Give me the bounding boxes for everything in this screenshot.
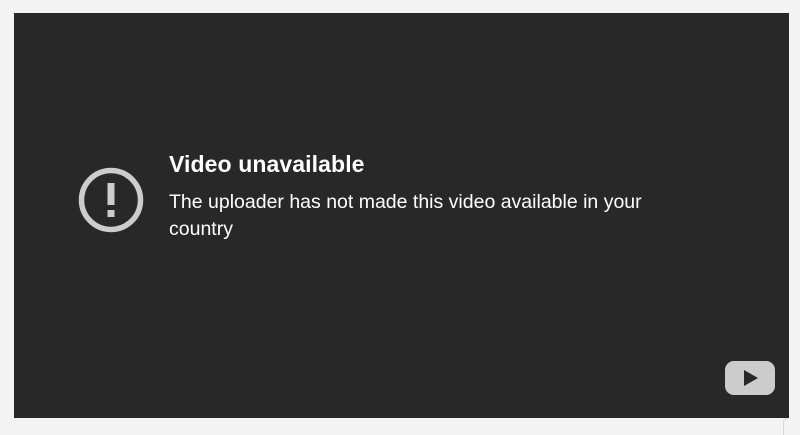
page: Video unavailable The uploader has not m…: [0, 0, 800, 435]
error-message: The uploader has not made this video ava…: [169, 191, 642, 240]
error-title: Video unavailable: [169, 151, 365, 177]
exclamation-circle-icon: [78, 167, 144, 233]
youtube-logo-icon[interactable]: [725, 361, 775, 395]
error-message-block: Video unavailable The uploader has not m…: [169, 149, 729, 243]
video-player[interactable]: Video unavailable The uploader has not m…: [14, 13, 789, 418]
resize-corner: [783, 418, 788, 435]
